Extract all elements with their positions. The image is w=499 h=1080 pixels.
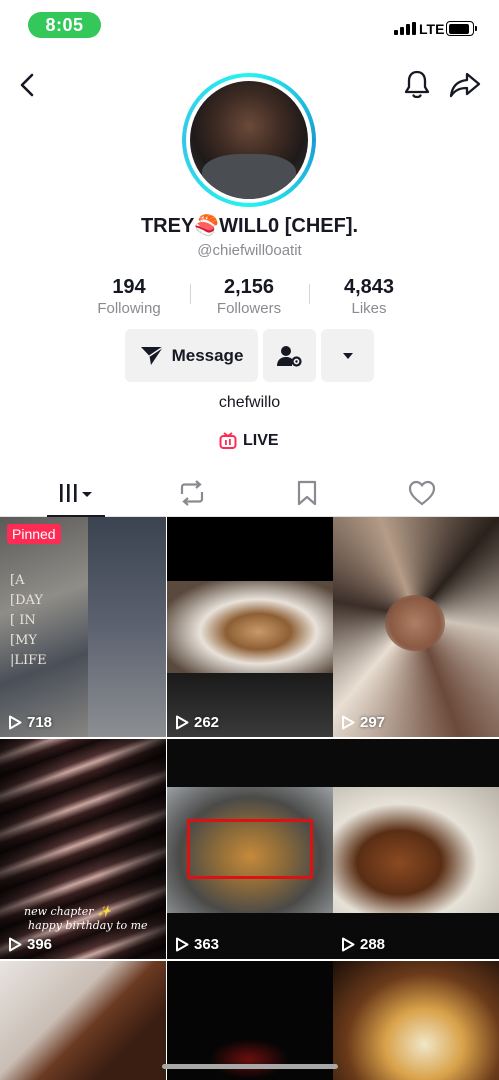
display-name: TREY🍣WILL0 [CHEF]. [140,215,359,237]
video-thumbnail[interactable]: 262 [167,517,333,737]
send-icon [140,345,163,365]
view-count: 718 [8,714,52,731]
likes-label: Likes [351,300,387,317]
caret-down-icon [342,352,353,359]
back-button[interactable] [14,70,42,100]
videos-grid-icon [60,484,92,502]
stat-likes[interactable]: 4,843 Likes [314,276,424,317]
share-button[interactable] [449,70,481,100]
video-thumbnail[interactable]: 297 [333,517,499,737]
network-label: LTE [419,21,445,37]
profile-tabs [0,470,499,517]
liked-heart-icon [408,480,436,506]
stat-following[interactable]: 194 Following [74,276,184,317]
video-thumbnail[interactable]: 288 [333,739,499,959]
username: @chiefwill0oatit [197,242,302,259]
play-icon [9,937,22,952]
play-icon [176,715,189,730]
message-label: Message [171,345,244,365]
view-count: 297 [341,714,385,731]
message-button[interactable]: Message [125,329,258,382]
video-thumbnail[interactable]: new chapter ✨ happy birthday to me 396 [0,739,166,959]
signal-icon [394,22,416,35]
view-count: 396 [8,936,52,953]
user-settings-icon [276,345,302,367]
avatar-story-ring[interactable] [182,73,316,207]
bell-icon [404,70,430,99]
likes-count: 4,843 [343,276,395,298]
video-thumbnail[interactable] [0,961,166,1080]
share-arrow-icon [449,72,481,98]
following-count: 194 [112,276,146,298]
battery-icon [446,21,477,36]
more-options-button[interactable] [321,329,374,382]
live-link[interactable]: LIVE [219,432,279,450]
video-thumbnail[interactable] [333,961,499,1080]
following-label: Following [97,300,161,317]
notifications-button[interactable] [402,68,432,100]
view-count: 262 [175,714,219,731]
repost-icon [180,480,204,506]
tab-favorites[interactable] [277,470,337,516]
profile-stats: 194 Following 2,156 Followers 4,843 Like… [80,276,420,317]
profile-actions: Message [0,329,499,382]
avatar [190,81,308,199]
view-count: 288 [341,936,385,953]
play-icon [9,715,22,730]
live-label: LIVE [243,432,279,449]
play-icon [342,715,355,730]
bookmark-icon [297,480,317,506]
bio-text: chefwillo [218,394,281,411]
video-caption: new chapter ✨ happy birthday to me [24,905,148,932]
video-grid: Pinned [A [DAY[ IN [MY |LIFE 718 262 297 n… [0,517,499,1080]
status-bar: 8:05 LTE [0,0,499,52]
chevron-left-icon [20,73,34,97]
pinned-badge: Pinned [7,524,61,544]
play-icon [176,937,189,952]
live-tv-icon [219,432,237,449]
followers-label: Followers [216,300,282,317]
video-thumbnail[interactable] [167,961,333,1080]
followers-count: 2,156 [223,276,275,298]
follow-settings-button[interactable] [263,329,316,382]
tab-liked[interactable] [392,470,452,516]
video-overlay-text: [A [DAY[ IN [MY |LIFE [10,573,47,668]
stat-followers[interactable]: 2,156 Followers [194,276,304,317]
status-time: 8:05 [28,12,101,38]
tab-videos[interactable] [47,470,107,517]
view-count: 363 [175,936,219,953]
tab-reposts[interactable] [162,470,222,516]
video-thumbnail[interactable]: 363 [167,739,333,959]
video-thumbnail[interactable]: Pinned [A [DAY[ IN [MY |LIFE 718 [0,517,166,737]
play-icon [342,937,355,952]
home-indicator [162,1064,338,1069]
